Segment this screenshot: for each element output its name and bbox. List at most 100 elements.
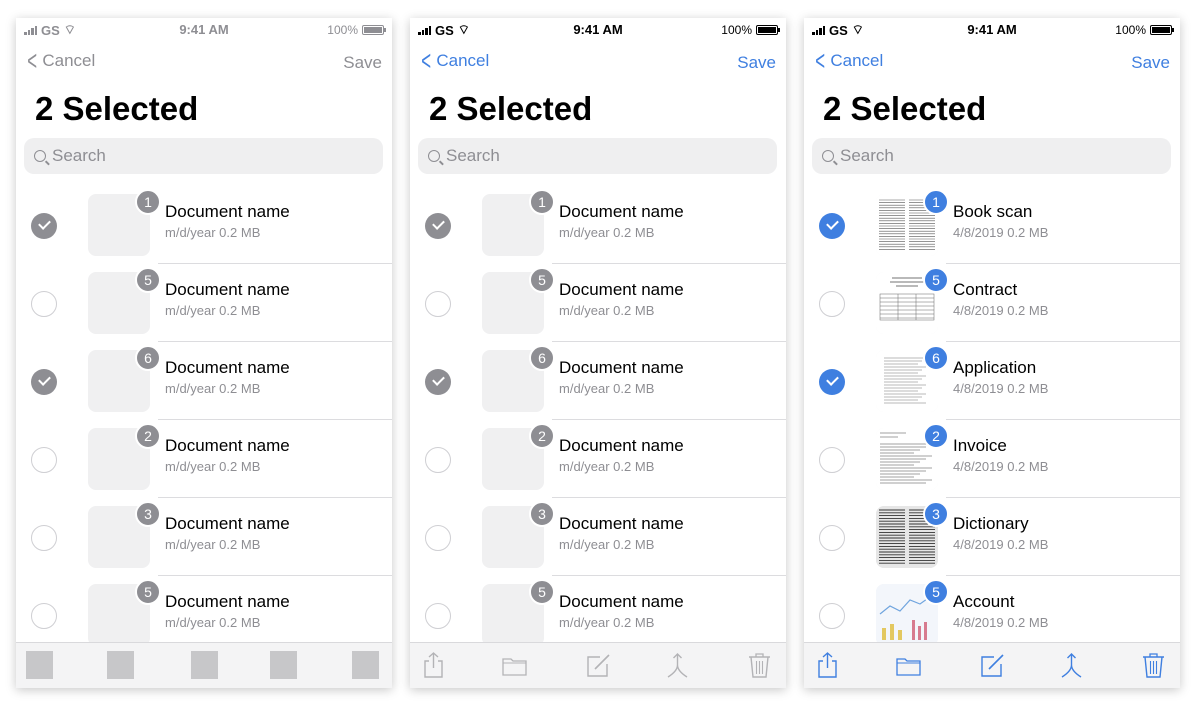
selection-circle[interactable]	[819, 525, 845, 551]
order-badge: 3	[529, 501, 555, 527]
battery-icon	[756, 25, 780, 35]
toolbar-placeholder-block	[270, 651, 297, 679]
order-badge: 2	[135, 423, 161, 449]
selection-circle[interactable]	[425, 603, 451, 629]
status-bar: GS ⌔ 9:41 AM 100%	[16, 18, 392, 40]
list-item[interactable]: 3 Dictionary 4/8/2019 0.2 MB	[804, 498, 1180, 576]
search-icon	[34, 150, 46, 162]
order-badge: 1	[529, 189, 555, 215]
toolbar-placeholder-block	[191, 651, 218, 679]
edit-icon[interactable]	[979, 651, 1006, 679]
cancel-button[interactable]: < Cancel	[418, 45, 489, 76]
battery-percent: 100%	[327, 23, 358, 37]
document-meta: m/d/year 0.2 MB	[165, 615, 261, 630]
chevron-left-icon: <	[815, 45, 826, 76]
save-button[interactable]: Save	[343, 53, 382, 73]
list-item[interactable]: 5 Document name m/d/year 0.2 MB	[16, 264, 392, 342]
document-name: Document name	[559, 592, 684, 611]
status-bar: GS ⌔ 9:41 AM 100%	[410, 18, 786, 40]
search-input[interactable]: Search	[812, 138, 1171, 174]
selection-circle[interactable]	[31, 291, 57, 317]
document-name: Document name	[559, 358, 684, 377]
document-meta: m/d/year 0.2 MB	[559, 381, 655, 396]
checkmark-icon[interactable]	[819, 369, 845, 395]
checkmark-icon[interactable]	[31, 369, 57, 395]
document-meta: 4/8/2019 0.2 MB	[953, 225, 1049, 240]
list-item[interactable]: 3 Document name m/d/year 0.2 MB	[16, 498, 392, 576]
document-name: Book scan	[953, 202, 1033, 221]
selection-circle[interactable]	[425, 291, 451, 317]
trash-icon[interactable]	[746, 651, 773, 679]
list-item[interactable]: 6 Document name m/d/year 0.2 MB	[410, 342, 786, 420]
list-item[interactable]: 1 Document name m/d/year 0.2 MB	[16, 186, 392, 264]
battery-percent: 100%	[1115, 23, 1146, 37]
folder-icon[interactable]	[895, 651, 922, 679]
search-input[interactable]: Search	[24, 138, 383, 174]
search-input[interactable]: Search	[418, 138, 777, 174]
share-icon[interactable]	[814, 651, 841, 679]
document-meta: m/d/year 0.2 MB	[559, 459, 655, 474]
checkmark-icon[interactable]	[819, 213, 845, 239]
document-name: Document name	[559, 280, 684, 299]
toolbar-placeholder-block	[26, 651, 53, 679]
document-name: Invoice	[953, 436, 1007, 455]
battery-icon	[1150, 25, 1174, 35]
merge-icon[interactable]	[664, 651, 691, 679]
selection-circle[interactable]	[425, 525, 451, 551]
trash-icon[interactable]	[1140, 651, 1167, 679]
page-title: 2 Selected	[35, 90, 199, 127]
order-badge: 5	[529, 267, 555, 293]
selection-circle[interactable]	[31, 603, 57, 629]
document-name: Document name	[165, 280, 290, 299]
selection-circle[interactable]	[819, 603, 845, 629]
chevron-left-icon: <	[421, 45, 432, 76]
share-icon[interactable]	[420, 651, 447, 679]
list-item[interactable]: 6 Application 4/8/2019 0.2 MB	[804, 342, 1180, 420]
list-item[interactable]: 1 Book scan 4/8/2019 0.2 MB	[804, 186, 1180, 264]
edit-icon[interactable]	[585, 651, 612, 679]
checkmark-icon[interactable]	[31, 213, 57, 239]
document-meta: m/d/year 0.2 MB	[165, 537, 261, 552]
list-item[interactable]: 2 Invoice 4/8/2019 0.2 MB	[804, 420, 1180, 498]
cancel-button[interactable]: < Cancel	[24, 47, 95, 75]
order-badge: 6	[135, 345, 161, 371]
selection-circle[interactable]	[819, 447, 845, 473]
checkmark-icon[interactable]	[425, 369, 451, 395]
search-icon	[428, 150, 440, 162]
toolbar-placeholder-block	[352, 651, 379, 679]
search-icon	[822, 150, 834, 162]
list-item[interactable]: 2 Document name m/d/year 0.2 MB	[410, 420, 786, 498]
document-meta: 4/8/2019 0.2 MB	[953, 303, 1049, 318]
order-badge: 2	[529, 423, 555, 449]
document-name: Application	[953, 358, 1037, 377]
document-name: Contract	[953, 280, 1018, 299]
selection-circle[interactable]	[819, 291, 845, 317]
document-name: Document name	[165, 514, 290, 533]
save-button[interactable]: Save	[1131, 53, 1170, 73]
document-meta: 4/8/2019 0.2 MB	[953, 615, 1049, 630]
selection-circle[interactable]	[31, 525, 57, 551]
order-badge: 5	[529, 579, 555, 605]
list-item[interactable]: 2 Document name m/d/year 0.2 MB	[16, 420, 392, 498]
order-badge: 6	[529, 345, 555, 371]
order-badge: 1	[923, 189, 949, 215]
merge-icon[interactable]	[1058, 651, 1085, 679]
list-item[interactable]: 1 Document name m/d/year 0.2 MB	[410, 186, 786, 264]
list-item[interactable]: 6 Document name m/d/year 0.2 MB	[16, 342, 392, 420]
document-name: Dictionary	[953, 514, 1029, 533]
battery-icon	[362, 25, 386, 35]
checkmark-icon[interactable]	[425, 213, 451, 239]
folder-icon[interactable]	[501, 651, 528, 679]
list-item[interactable]: 3 Document name m/d/year 0.2 MB	[410, 498, 786, 576]
document-meta: 4/8/2019 0.2 MB	[953, 381, 1049, 396]
order-badge: 5	[923, 267, 949, 293]
order-badge: 5	[923, 579, 949, 605]
cancel-button[interactable]: < Cancel	[812, 45, 883, 76]
list-item[interactable]: 5 Document name m/d/year 0.2 MB	[410, 264, 786, 342]
document-name: Account	[953, 592, 1015, 611]
selection-circle[interactable]	[31, 447, 57, 473]
document-name: Document name	[559, 202, 684, 221]
selection-circle[interactable]	[425, 447, 451, 473]
list-item[interactable]: 5 Contract 4/8/2019 0.2 MB	[804, 264, 1180, 342]
save-button[interactable]: Save	[737, 53, 776, 73]
